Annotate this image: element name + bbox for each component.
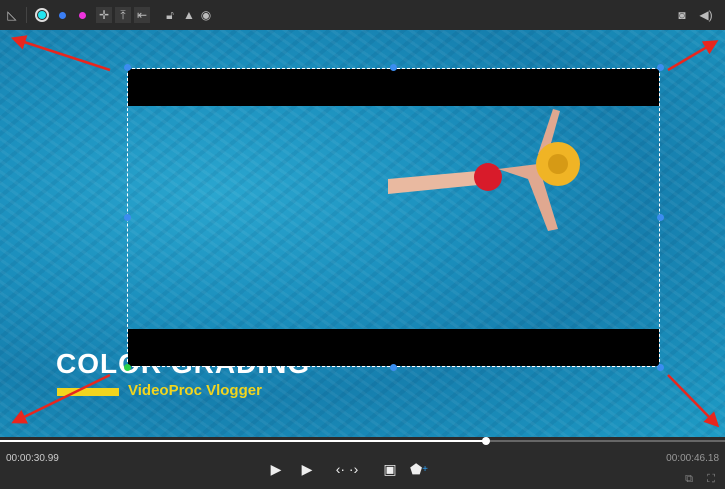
seek-progress	[0, 440, 487, 442]
eye-icon[interactable]: ◉	[198, 7, 214, 23]
play-from-marker-icon[interactable]: ▶	[298, 460, 316, 478]
preview-toolbar: ◺ ✛ ⤒ ⇤ 🔓︎ ▲ ◉ ◙ ◀)	[0, 0, 725, 30]
arrow-bottom-left	[11, 373, 111, 424]
crop-frame-icon[interactable]: ▣	[381, 460, 399, 478]
clean-brush-icon[interactable]: ▲	[181, 7, 197, 23]
ruler-triangle-icon[interactable]: ◺	[4, 7, 20, 23]
color-cyan-icon[interactable]	[34, 7, 50, 23]
picture-in-picture-icon[interactable]: ⧉	[680, 470, 698, 488]
video-preview[interactable]: COLOR GRADING VideoProc Vlogger	[0, 30, 725, 437]
seek-handle[interactable]	[482, 437, 491, 445]
color-blue-icon[interactable]	[54, 7, 70, 23]
snap-top-icon[interactable]: ⤒	[115, 7, 131, 23]
seek-bar[interactable]	[0, 437, 725, 445]
fullscreen-icon[interactable]: ⛶	[702, 470, 720, 488]
divider	[26, 7, 27, 23]
arrow-top-left	[10, 35, 111, 72]
resize-arrows	[10, 35, 720, 428]
color-magenta-icon[interactable]	[74, 7, 90, 23]
snap-left-icon[interactable]: ⇤	[134, 7, 150, 23]
camera-icon[interactable]: ◙	[674, 7, 690, 23]
unlock-icon[interactable]: 🔓︎	[162, 7, 178, 23]
arrow-bottom-right	[667, 374, 720, 428]
step-frames-icon[interactable]: ‹· ·›	[330, 460, 364, 478]
volume-icon[interactable]: ◀)	[698, 7, 714, 23]
play-from-start-icon[interactable]: ▶	[267, 460, 285, 478]
current-time: 00:00:30.99	[6, 453, 59, 464]
total-time: 00:00:46.18	[666, 453, 719, 464]
snap-center-icon[interactable]: ✛	[96, 7, 112, 23]
add-marker-icon[interactable]: ⬟ +	[410, 460, 428, 478]
arrow-top-right	[667, 40, 719, 72]
